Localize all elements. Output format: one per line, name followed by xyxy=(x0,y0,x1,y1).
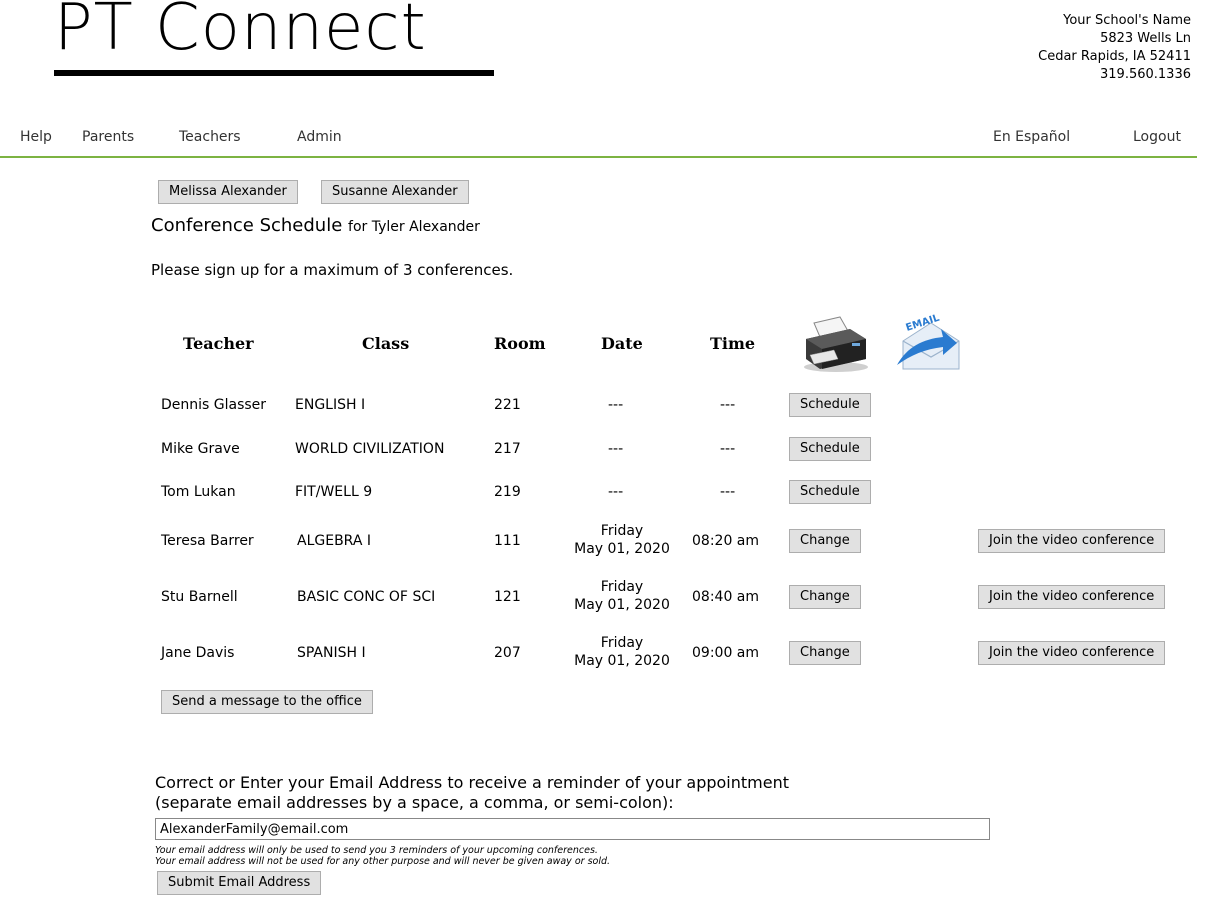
row1-schedule-button[interactable]: Schedule xyxy=(789,393,871,417)
row5-room: 121 xyxy=(494,589,521,605)
row3-schedule-button[interactable]: Schedule xyxy=(789,480,871,504)
row6-day: Friday xyxy=(600,635,644,651)
row4-time: 08:20 am xyxy=(692,533,760,549)
row6-video-button[interactable]: Join the video conference xyxy=(978,641,1166,665)
main-nav: Help Parents Teachers Admin En Español L… xyxy=(0,128,1197,158)
row2-date: --- xyxy=(608,441,624,457)
row1-time: --- xyxy=(720,397,736,413)
nav-help[interactable]: Help xyxy=(20,129,52,145)
parent-button-melissa[interactable]: Melissa Alexander xyxy=(158,180,298,204)
row2-time: --- xyxy=(720,441,736,457)
printer-icon[interactable] xyxy=(800,315,870,373)
row1-date: --- xyxy=(608,397,624,413)
header-time: Time xyxy=(710,334,756,353)
row6-change-button[interactable]: Change xyxy=(789,641,861,665)
row3-date: --- xyxy=(608,484,624,500)
page-title: Conference Schedule for Tyler Alexander xyxy=(151,215,480,236)
nav-logout[interactable]: Logout xyxy=(1133,129,1181,145)
send-message-button[interactable]: Send a message to the office xyxy=(161,690,373,714)
email-privacy-note: Your email address will only be used to … xyxy=(155,845,610,867)
header-teacher: Teacher xyxy=(183,334,254,353)
header-class: Class xyxy=(362,334,410,353)
row2-class: WORLD CIVILIZATION xyxy=(295,441,445,457)
row4-class: ALGEBRA I xyxy=(297,533,371,549)
row3-class: FIT/WELL 9 xyxy=(295,484,373,500)
nav-parents[interactable]: Parents xyxy=(82,129,134,145)
row1-room: 221 xyxy=(494,397,521,413)
row5-full-date: May 01, 2020 xyxy=(574,597,670,613)
row5-change-button[interactable]: Change xyxy=(789,585,861,609)
row2-schedule-button[interactable]: Schedule xyxy=(789,437,871,461)
row6-full-date: May 01, 2020 xyxy=(574,653,670,669)
row4-date: Friday May 01, 2020 xyxy=(562,522,682,558)
row3-time: --- xyxy=(720,484,736,500)
row1-class: ENGLISH I xyxy=(295,397,366,413)
row4-video-button[interactable]: Join the video conference xyxy=(978,529,1166,553)
row4-day: Friday xyxy=(600,523,644,539)
student-name: for Tyler Alexander xyxy=(348,219,480,235)
row5-class: BASIC CONC OF SCI xyxy=(297,589,436,605)
nav-spanish[interactable]: En Español xyxy=(993,129,1070,145)
row6-teacher: Jane Davis xyxy=(161,645,235,661)
row5-video-button[interactable]: Join the video conference xyxy=(978,585,1166,609)
nav-admin[interactable]: Admin xyxy=(297,129,342,145)
row5-teacher: Stu Barnell xyxy=(161,589,238,605)
row6-date: Friday May 01, 2020 xyxy=(562,634,682,670)
email-note-line1: Your email address will only be used to … xyxy=(155,845,598,856)
instructions: Please sign up for a maximum of 3 confer… xyxy=(151,261,514,279)
email-label: Correct or Enter your Email Address to r… xyxy=(155,773,789,813)
parent-button-susanne[interactable]: Susanne Alexander xyxy=(321,180,469,204)
row5-day: Friday xyxy=(600,579,644,595)
email-field[interactable] xyxy=(155,818,990,840)
submit-email-button[interactable]: Submit Email Address xyxy=(157,871,322,895)
email-note-line2: Your email address will not be used for … xyxy=(155,856,611,867)
school-address-line2: Cedar Rapids, IA 52411 xyxy=(1038,49,1191,64)
nav-teachers[interactable]: Teachers xyxy=(179,129,241,145)
row4-full-date: May 01, 2020 xyxy=(574,541,670,557)
row3-room: 219 xyxy=(494,484,521,500)
row2-teacher: Mike Grave xyxy=(161,441,240,457)
school-name: Your School's Name xyxy=(1063,13,1191,28)
email-label-line1: Correct or Enter your Email Address to r… xyxy=(155,773,789,792)
school-info: Your School's Name 5823 Wells Ln Cedar R… xyxy=(1038,12,1191,84)
row4-room: 111 xyxy=(494,533,521,549)
school-address-line1: 5823 Wells Ln xyxy=(1100,31,1191,46)
row3-teacher: Tom Lukan xyxy=(161,484,236,500)
row6-class: SPANISH I xyxy=(297,645,366,661)
header-date: Date xyxy=(601,334,643,353)
email-icon[interactable]: EMAIL xyxy=(893,313,965,377)
row4-change-button[interactable]: Change xyxy=(789,529,861,553)
row5-date: Friday May 01, 2020 xyxy=(562,578,682,614)
logo: PT Connect xyxy=(54,0,427,65)
row2-room: 217 xyxy=(494,441,521,457)
row4-teacher: Teresa Barrer xyxy=(161,533,254,549)
row6-time: 09:00 am xyxy=(692,645,760,661)
logo-underline xyxy=(54,70,494,76)
row6-room: 207 xyxy=(494,645,521,661)
schedule-title: Conference Schedule xyxy=(151,215,343,236)
row5-time: 08:40 am xyxy=(692,589,760,605)
header-room: Room xyxy=(494,334,546,353)
row1-teacher: Dennis Glasser xyxy=(161,397,267,413)
school-phone: 319.560.1336 xyxy=(1100,67,1191,82)
email-label-line2: (separate email addresses by a space, a … xyxy=(155,793,674,812)
